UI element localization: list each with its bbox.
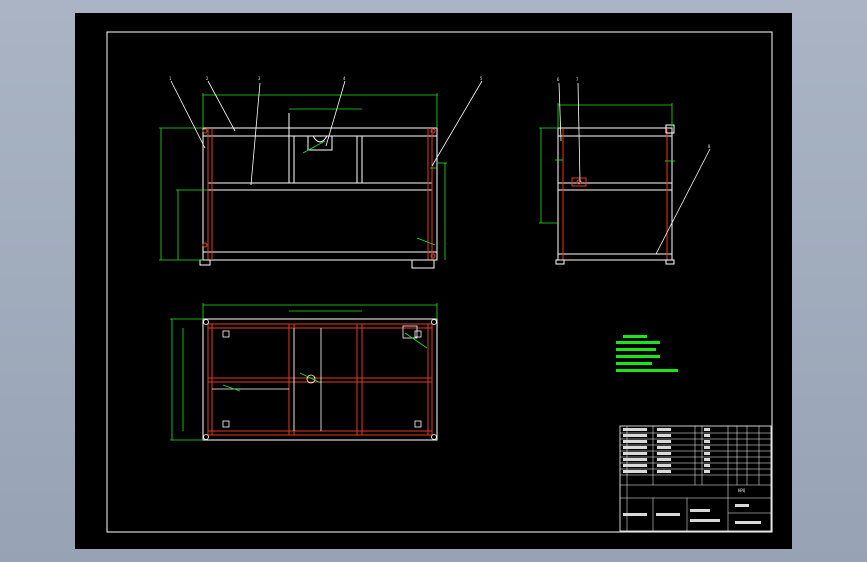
- balloon-4: 4: [343, 76, 346, 81]
- technical-notes: [616, 335, 678, 372]
- side-outer-box: [557, 127, 673, 261]
- plan-view: [170, 303, 438, 441]
- side-view-balloons: 6 7 8: [557, 77, 711, 149]
- side-view: [539, 82, 711, 265]
- balloon-5: 5: [480, 76, 483, 81]
- title-block: HPQ: [619, 425, 772, 532]
- front-view-balloons: 1 2 3 4 5: [169, 76, 483, 81]
- balloon-8: 8: [708, 144, 711, 149]
- balloon-2: 2: [206, 76, 209, 81]
- balloon-3: 3: [258, 76, 261, 81]
- drawing-sheet: HPQ 1 2 3 4 5 6 7 8: [75, 13, 792, 549]
- front-view: [159, 80, 483, 269]
- title-block-title: HPQ: [738, 488, 746, 493]
- cad-drawing-canvas[interactable]: HPQ 1 2 3 4 5 6 7 8: [75, 13, 792, 549]
- balloon-7: 7: [576, 77, 579, 82]
- front-outer-box: [202, 127, 438, 261]
- balloon-6: 6: [557, 77, 560, 82]
- plan-outer-box: [202, 318, 438, 441]
- balloon-1: 1: [169, 76, 172, 81]
